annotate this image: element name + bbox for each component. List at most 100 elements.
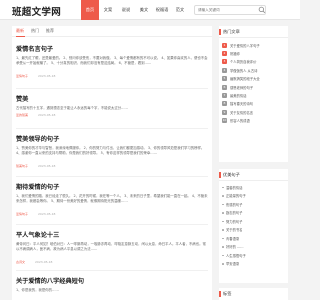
- article-excerpt: 古代描写的十五字，遇到想念至于能让人永远的每个字，不能说太过分……: [16, 106, 128, 110]
- rank-badge: 2: [222, 51, 227, 57]
- rank-badge: 3: [222, 59, 227, 65]
- article-title[interactable]: 赞美: [16, 94, 208, 103]
- sentence-category-list: 温馨的情话 正能量的句子 伤感的句子 励志的句子 努力的句子 关于的书名 青春语…: [222, 183, 286, 268]
- list-item[interactable]: 关于的书名: [222, 226, 286, 235]
- bullet-icon: [222, 212, 224, 214]
- list-item-label: 最美的情话: [230, 94, 247, 99]
- bullet-icon: [222, 195, 224, 197]
- rank-badge: 1: [222, 42, 227, 48]
- article-category[interactable]: 爱的赞美: [16, 113, 28, 117]
- list-item[interactable]: 伤感的句子: [222, 200, 286, 209]
- list-item-label: 关于的书名: [226, 228, 243, 233]
- article-title[interactable]: 平人气象论十三: [16, 230, 208, 239]
- section-marker: [219, 29, 221, 35]
- search-input[interactable]: [194, 5, 266, 15]
- list-item-label: 关于友情的名言: [230, 110, 254, 115]
- article-date: 2023-05-18: [38, 73, 56, 78]
- list-item-label: 人生感悟句子: [226, 253, 246, 258]
- article-category[interactable]: 古诗文: [16, 260, 25, 264]
- sentences-widget: 优美句子 温馨的情话 正能量的句子 伤感的句子 励志的句子 努力的句子 关于的书…: [219, 169, 288, 283]
- list-item[interactable]: 励志的句子: [222, 209, 286, 218]
- article-title[interactable]: 期待爱情的句子: [16, 182, 208, 191]
- widget-title: 优美句子: [223, 172, 240, 177]
- rank-badge: 8: [222, 101, 227, 107]
- divider: [219, 37, 288, 38]
- list-item-label: 温馨的情话: [226, 185, 243, 190]
- list-item[interactable]: 2 祝福你: [222, 49, 286, 57]
- list-item[interactable]: 8 描写春天的诗句: [222, 100, 286, 108]
- list-item-label: 形容人的成语: [230, 119, 250, 124]
- article-item: 期待爱情的句子 1、我们爱情的路，我已经走了很久。 2、花开的时候，我在等一个人…: [16, 182, 208, 216]
- article-meta: 爱情句子 2023-05-18: [16, 212, 208, 216]
- list-item[interactable]: 5 幽默搞笑的段子大全: [222, 75, 286, 83]
- nav-blessings[interactable]: 祝福语: [153, 0, 171, 20]
- article-excerpt: 1、你是我的，我是你的……: [16, 288, 59, 292]
- search-icon[interactable]: [258, 6, 266, 14]
- nav-copywriting[interactable]: 文案: [99, 0, 117, 20]
- list-item-label: 青春语录: [226, 236, 240, 241]
- article-category[interactable]: 赞美句子: [16, 164, 28, 168]
- nav-posts[interactable]: 说说: [117, 0, 135, 20]
- list-item[interactable]: 正能量的句子: [222, 192, 286, 201]
- rank-badge: 6: [222, 84, 227, 90]
- article-title[interactable]: 爱情名言句子: [16, 44, 208, 53]
- list-item[interactable]: 10 形容人的成语: [222, 117, 286, 125]
- article-item: 关于爱情的八字经典短句 1、你是我的，我是你的……: [16, 276, 208, 298]
- article-date: 2023-05-18: [38, 211, 56, 216]
- bullet-icon: [222, 237, 224, 239]
- article-item: 赞美领导的句子 1、赞美你的才华与智慧，我深深地佩服你。 2、你的努力与付出，让…: [16, 134, 208, 168]
- section-marker: [219, 291, 221, 297]
- list-item[interactable]: 3 个人简历自我评价: [222, 58, 286, 66]
- nav-home[interactable]: 首页: [81, 0, 99, 20]
- active-tab-indicator: [16, 36, 25, 37]
- tab-latest[interactable]: 最新: [16, 28, 24, 34]
- site-logo[interactable]: 班超文学网: [12, 4, 61, 18]
- nav-essays[interactable]: 美文: [135, 0, 153, 20]
- list-item[interactable]: 7 最美的情话: [222, 91, 286, 99]
- list-item-label: 学做饭的人 从古诗: [230, 68, 258, 73]
- rank-badge: 5: [222, 76, 227, 82]
- list-item-label: 个人简历自我评价: [230, 60, 257, 65]
- list-item[interactable]: 早安语录: [222, 260, 286, 269]
- divider: [16, 224, 208, 225]
- article-title[interactable]: 关于爱情的八字经典短句: [16, 276, 208, 285]
- article-excerpt: 黄帝问曰：平人何如？岐伯对曰：人一呼脉再动，一吸脉亦再动，呼吸定息脉五动，闰以太…: [16, 242, 206, 252]
- tab-hot[interactable]: 热门: [31, 28, 39, 34]
- article-meta: 赞美句子 2023-05-18: [16, 164, 208, 168]
- rank-badge: 10: [222, 118, 227, 124]
- list-item[interactable]: 好好的 ……: [222, 243, 286, 252]
- top-navigation-bar: 班超文学网 首页 文案 说说 美文 祝福语 范文 图集: [0, 0, 300, 20]
- list-item[interactable]: 努力的句子: [222, 217, 286, 226]
- bullet-icon: [222, 229, 224, 231]
- tags-widget: 标签: [219, 288, 288, 300]
- hot-articles-widget: 热门文章 1 关于爱情的八字句子 2 祝福你 3 个人简历自我评价 4 学做饭的人 从古…: [219, 26, 288, 162]
- list-item[interactable]: 6 感恩老师的句子: [222, 83, 286, 91]
- list-item[interactable]: 温馨的情话: [222, 183, 286, 192]
- list-item-label: 伤感的句子: [226, 202, 243, 207]
- article-title[interactable]: 赞美领导的句子: [16, 134, 208, 143]
- article-date: 2023-05-18: [38, 113, 56, 118]
- article-item: 爱情名言句子 1、最先红了眼，还是最爱的。 2、别问你该受伤，不要对我做。 3、…: [16, 44, 208, 78]
- rank-badge: 4: [222, 67, 227, 73]
- bullet-icon: [222, 263, 224, 265]
- list-item[interactable]: 青春语录: [222, 234, 286, 243]
- article-date: 2023-05-18: [38, 163, 56, 168]
- article-excerpt: 1、我们爱情的路，我已经走了很久。 2、花开的时候，我在等一个人。 3、未来的日…: [16, 194, 208, 204]
- article-category[interactable]: 爱情句子: [16, 74, 28, 78]
- list-item[interactable]: 人生感悟句子: [222, 251, 286, 260]
- divider: [16, 128, 208, 129]
- bullet-icon: [222, 203, 224, 205]
- list-item[interactable]: 4 学做饭的人 从古诗: [222, 66, 286, 74]
- nav-samples[interactable]: 范文: [171, 0, 189, 20]
- list-item[interactable]: 9 关于友情的名言: [222, 108, 286, 116]
- article-category[interactable]: 爱情句子: [16, 212, 28, 216]
- article-item: 赞美 古代描写的十五字，遇到想念至于能让人永远的每个字，不能说太过分…… 爱的赞…: [16, 94, 208, 117]
- list-item[interactable]: 1 关于爱情的八字句子: [222, 41, 286, 49]
- widget-title: 热门文章: [223, 29, 240, 34]
- list-item-label: 早安语录: [226, 262, 240, 267]
- list-item-label: 努力的句子: [226, 219, 243, 224]
- rank-badge: 7: [222, 93, 227, 99]
- main-nav: 首页 文案 说说 美文 祝福语 范文 图集: [81, 0, 207, 20]
- tab-recommended[interactable]: 推荐: [46, 28, 54, 34]
- bullet-icon: [222, 254, 224, 256]
